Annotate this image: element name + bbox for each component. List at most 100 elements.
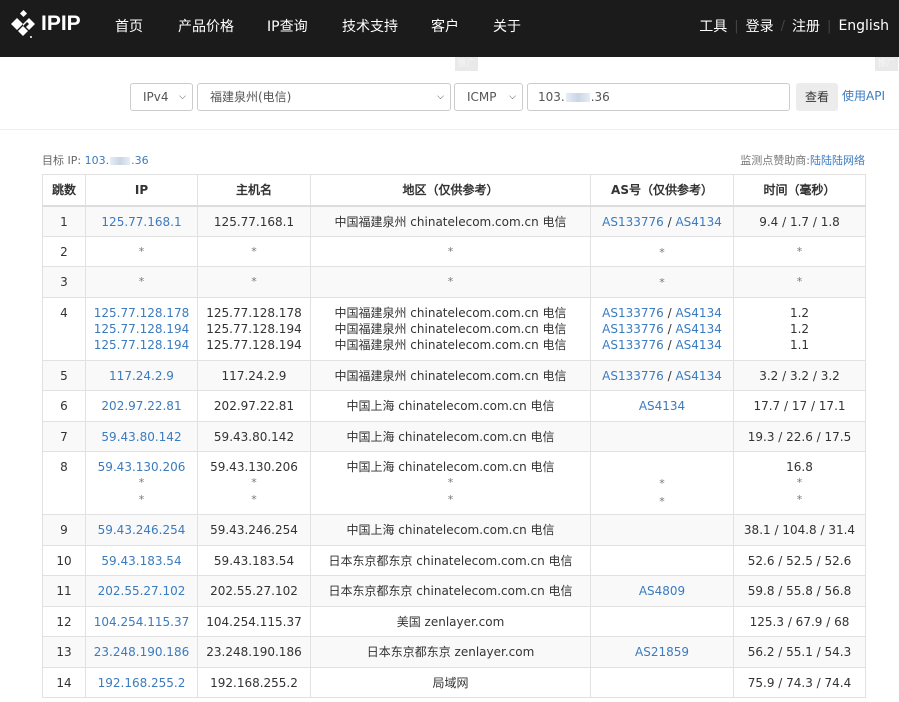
timeout-star: * [251,476,257,490]
hop-cell: 13 [42,636,86,668]
ip-link[interactable]: 192.168.255.2 [86,675,197,691]
ip-link[interactable]: 125.77.128.194 [86,337,197,353]
target-ip-label: 目标 IP: 103. .36 [42,152,149,168]
table-row: 7 59.43.80.142 59.43.80.142 中国上海 chinatelec… [42,420,866,452]
hostname: 117.24.2.9 [221,368,287,383]
as-link[interactable]: AS4134 [675,369,721,383]
timeout-star: * [659,245,665,259]
ip-link[interactable]: 125.77.168.1 [86,214,197,230]
time-value: 1.1 [789,338,810,353]
ip-link[interactable]: 59.43.80.142 [86,429,197,445]
as-link[interactable]: AS4134 [675,215,721,229]
target-ip-link[interactable]: 103. .36 [85,154,149,167]
logo-icon [11,10,35,38]
ip-link[interactable]: 125.77.128.194 [86,321,197,337]
ip-link[interactable]: 202.97.22.81 [86,398,197,414]
time-cell: 3.2 / 3.2 / 3.2 [733,359,866,391]
ip-link[interactable]: 59.43.130.206 [86,459,197,475]
hop-number: 2 [60,244,68,259]
ip-cell: 125.77.168.1 [85,205,198,237]
time-value: 3.2 / 3.2 / 3.2 [759,368,840,383]
view-button[interactable]: 查看 [796,83,838,111]
time-value: 17.7 / 17 / 17.1 [753,399,846,413]
region-cell: 中国上海 chinatelecom.com.cn 电信 [310,390,591,422]
as-line [591,522,733,538]
nav-pricing[interactable]: 产品价格 [178,16,234,36]
as-link[interactable]: AS4134 [675,306,721,320]
nav-tools[interactable]: 工具 [699,16,727,36]
ip-cell: * [85,235,198,267]
nav-customers[interactable]: 客户 [431,16,459,36]
nav-about[interactable]: 关于 [493,16,521,36]
hostname-cell: 202.97.22.81 [197,390,311,422]
timeout-star: * [251,275,257,288]
sponsor-link[interactable]: 陆陆陆网络 [810,154,865,167]
as-link[interactable]: AS133776 [602,369,664,383]
as-cell [590,666,734,698]
hop-cell: 11 [42,575,86,607]
redacted-mask [565,93,590,102]
hostname: 202.97.22.81 [213,399,295,413]
timeout-star: * [447,275,454,288]
table-row: 8 59.43.130.206 * * 59.43.130.206 * * 中国上海 chin… [42,451,866,515]
ip-link[interactable]: 202.55.27.102 [86,583,197,599]
ip-link[interactable]: 117.24.2.9 [86,368,197,384]
as-line: AS4809 [591,583,733,599]
monitor-point-select[interactable]: 福建泉州(电信) ⌵ [197,83,451,111]
as-cell [590,544,734,576]
logo-text: IPIP [41,12,81,35]
protocol-select[interactable]: ICMP ⌵ [454,83,523,111]
ipip-logo[interactable]: IPIP [8,10,81,38]
as-link[interactable]: AS4134 [675,322,721,336]
as-cell: * [590,235,734,267]
table-row: 9 59.43.246.254 59.43.246.254 中国上海 chinatel… [42,514,866,546]
hostname-cell: 59.43.130.206 * * [197,451,311,515]
region-text: 局域网 [432,675,469,690]
as-link[interactable]: AS4134 [639,399,685,413]
ip-link[interactable]: 59.43.183.54 [86,553,197,569]
as-line: * [591,274,733,291]
as-link[interactable]: AS4809 [639,584,685,598]
nav-english[interactable]: English [838,18,889,34]
as-link[interactable]: AS133776 [602,338,664,352]
as-link[interactable]: AS133776 [602,322,664,336]
region-text: 中国福建泉州 chinatelecom.com.cn 电信 [334,305,567,320]
target-ip-suffix: .36 [590,90,610,104]
hostname-cell: 59.43.80.142 [197,420,311,452]
ip-link[interactable]: 23.248.190.186 [86,644,197,660]
ip-link[interactable]: 125.77.128.178 [86,305,197,321]
hostname-cell: * [197,266,311,298]
as-link[interactable]: AS133776 [602,306,664,320]
nav-support[interactable]: 技术支持 [342,16,398,36]
ip-link[interactable]: 104.254.115.37 [86,614,197,630]
hop-cell: 2 [42,235,86,267]
ip-cell: 117.24.2.9 [85,359,198,391]
as-line: AS21859 [591,644,733,660]
region-cell: 中国上海 chinatelecom.com.cn 电信 [310,514,591,546]
region-cell: 中国福建泉州 chinatelecom.com.cn 电信 中国福建泉州 chin… [310,296,591,361]
chevron-down-icon: ⌵ [509,92,516,102]
ip-version-select[interactable]: IPv4 ⌵ [130,83,193,111]
as-link[interactable]: AS4134 [675,338,721,352]
ip-cell: 59.43.80.142 [85,420,198,452]
sponsor-info: 监测点赞助商:陆陆陆网络 [740,152,865,168]
as-link[interactable]: AS133776 [602,215,664,229]
ip-cell: * [85,266,198,298]
nav-home[interactable]: 首页 [115,16,143,36]
as-cell: * [590,266,734,298]
as-line [591,429,733,445]
nav-login[interactable]: 登录 [746,16,774,36]
as-link[interactable]: AS21859 [635,645,689,659]
nav-ip-lookup[interactable]: IP查询 [267,16,308,36]
use-api-link[interactable]: 使用API [842,83,885,109]
region-text: 日本东京都东京 chinatelecom.com.cn 电信 [328,553,573,568]
ad-tag[interactable]: 推广 [875,57,898,71]
target-ip-input[interactable]: 103. .36 [527,83,790,111]
time-value: 9.4 / 1.7 / 1.8 [759,214,840,229]
ad-tag[interactable]: 推广 [455,57,478,71]
nav-register[interactable]: 注册 [792,16,820,36]
table-row: 12 104.254.115.37 104.254.115.37 美国 zenlaye… [42,605,866,637]
as-cell [590,514,734,546]
time-value: 38.1 / 104.8 / 31.4 [743,523,856,537]
ip-link[interactable]: 59.43.246.254 [86,522,197,538]
